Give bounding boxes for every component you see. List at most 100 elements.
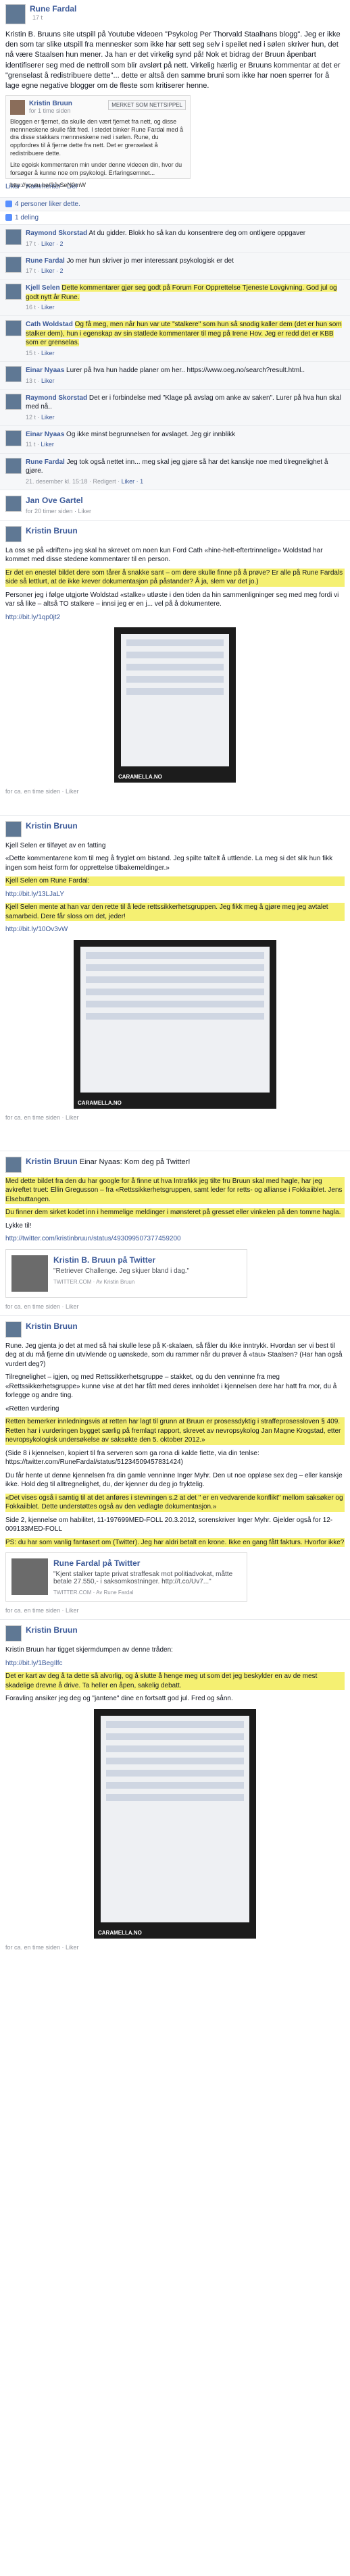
likes-text: 4 personer liker dette. bbox=[15, 201, 80, 209]
image-caption: CARAMELLA.NO bbox=[118, 774, 162, 781]
paragraph: Du får hente ut denne kjennelsen fra din… bbox=[5, 1471, 343, 1489]
comment-author[interactable]: Rune Fardal bbox=[26, 458, 65, 466]
author-name[interactable]: Rune Fardal bbox=[30, 4, 76, 14]
comment-author[interactable]: Kristin Bruun bbox=[26, 526, 78, 535]
paragraph: Side 2, kjennelse om habilitet, 11-19769… bbox=[5, 1516, 333, 1533]
embedded-comment: Kristin Bruun for 1 time siden MERKET SO… bbox=[5, 95, 191, 188]
comment-text: Dette kommentarer gjør seg godt på Forum… bbox=[26, 284, 337, 301]
image-caption: CARAMELLA.NO bbox=[98, 1929, 142, 1936]
comment-title: Einar Nyaas: Kom deg på Twitter! bbox=[79, 1157, 191, 1166]
twitter-card[interactable]: Kristin B. Bruun på Twitter "Retriever C… bbox=[5, 1248, 247, 1298]
avatar[interactable] bbox=[5, 320, 22, 337]
shares-summary[interactable]: 1 deling bbox=[0, 211, 350, 224]
post-text: Kristin B. Bruuns site utspill på Youtub… bbox=[5, 30, 341, 90]
comment-author[interactable]: Cath Woldstad bbox=[26, 321, 73, 328]
comment-text: Lurer på hva hun hadde planer om her.. h… bbox=[66, 367, 305, 375]
twitter-source: TWITTER.COM · Av Kristin Bruun bbox=[53, 1278, 135, 1285]
highlighted-paragraph: Kjell Selen mente at han var den rette t… bbox=[5, 903, 345, 922]
flag-button: MERKET SOM NETTSIPPEL bbox=[108, 100, 186, 111]
link[interactable]: http://bit.ly/13LJaLY bbox=[5, 890, 345, 899]
like-link[interactable]: Liker · 1 bbox=[122, 478, 144, 485]
comment-author[interactable]: Kjell Selen bbox=[26, 284, 60, 292]
avatar[interactable] bbox=[5, 4, 26, 24]
comment-author[interactable]: Rune Fardal bbox=[26, 257, 65, 265]
comment-author[interactable]: Kristin Bruun bbox=[26, 821, 78, 831]
highlighted-paragraph: Er det en enestel bildet dere som tårer … bbox=[5, 568, 345, 587]
avatar[interactable] bbox=[5, 284, 22, 300]
link[interactable]: http://bit.ly/1BegIlfc bbox=[5, 1659, 345, 1668]
comment-author[interactable]: Kristin Bruun bbox=[26, 1321, 78, 1331]
like-link[interactable]: Liker · 2 bbox=[41, 240, 64, 247]
comment-meta: for ca. en time siden · Liker bbox=[5, 1607, 79, 1614]
twitter-card[interactable]: Rune Fardal på Twitter "Kjent stalker ta… bbox=[5, 1552, 247, 1602]
comment-block: Kristin Bruun Einar Nyaas: Kom deg på Tw… bbox=[0, 1150, 350, 1315]
comment-author[interactable]: Jan Ove Gartel bbox=[26, 496, 91, 505]
share-icon bbox=[5, 214, 12, 221]
embed-text: Bloggen er fjernet, da skulle den vært f… bbox=[10, 118, 184, 157]
avatar[interactable] bbox=[5, 1625, 22, 1642]
link[interactable]: http://twitter.com/kristinbruun/status/4… bbox=[5, 1234, 345, 1244]
paragraph: «Dette kommentarene kom til meg å frygle… bbox=[5, 855, 333, 872]
twitter-text: "Kjent stalker tapte privat straffesak m… bbox=[53, 1571, 233, 1586]
comment-text: Og få meg, men når hun var ute "stalkere… bbox=[26, 321, 342, 347]
comment-author[interactable]: Kristin Bruun bbox=[26, 1157, 78, 1166]
paragraph: «Retten vurdering bbox=[5, 1404, 59, 1413]
like-link[interactable]: Liker bbox=[41, 350, 55, 357]
thumbs-up-icon bbox=[5, 201, 12, 208]
comment-time: 12 t bbox=[26, 413, 36, 421]
main-post: Rune Fardal 17 t Kristin B. Bruuns site … bbox=[0, 0, 350, 197]
avatar[interactable] bbox=[5, 229, 22, 246]
comment-block: Kristin Bruun La oss se på «driften» jeg… bbox=[0, 519, 350, 815]
comment-time: 11 t bbox=[26, 441, 36, 448]
avatar[interactable] bbox=[5, 429, 22, 446]
likes-summary[interactable]: 4 personer liker dette. bbox=[0, 197, 350, 211]
screenshot-image[interactable]: CARAMELLA.NO bbox=[94, 1708, 256, 1939]
paragraph: Lykke til! bbox=[5, 1221, 32, 1230]
like-link[interactable]: Liker bbox=[41, 414, 55, 421]
avatar[interactable] bbox=[5, 1156, 22, 1173]
twitter-title: Kristin B. Bruun på Twitter bbox=[53, 1255, 156, 1265]
comment-author[interactable]: Einar Nyaas bbox=[26, 367, 64, 374]
avatar[interactable] bbox=[5, 495, 22, 512]
like-link[interactable]: Liker bbox=[41, 304, 55, 311]
link[interactable]: http://bit.ly/10Ov3vW bbox=[5, 925, 345, 935]
page: Rune Fardal 17 t Kristin B. Bruuns site … bbox=[0, 0, 350, 1956]
like-link[interactable]: Liker bbox=[41, 377, 55, 384]
avatar[interactable] bbox=[5, 820, 22, 837]
like-link[interactable]: Liker · 2 bbox=[41, 267, 64, 274]
comment-text: Jo mer hun skriver jo mer interessant ps… bbox=[66, 257, 234, 265]
link[interactable]: http://bit.ly/1qp0jt2 bbox=[5, 613, 345, 623]
avatar[interactable] bbox=[5, 457, 22, 474]
comment: Cath Woldstad Og få meg, men når hun var… bbox=[0, 315, 350, 362]
avatar[interactable] bbox=[5, 393, 22, 410]
avatar[interactable] bbox=[5, 525, 22, 542]
embed-link: http://youtu.be/3JxSeN0mW bbox=[10, 181, 86, 188]
screenshot-image[interactable]: CARAMELLA.NO bbox=[114, 627, 236, 783]
comment-author[interactable]: Kristin Bruun bbox=[26, 1625, 78, 1635]
comment-time: 21. desember kl. 15:18 · Redigert bbox=[26, 477, 116, 485]
image-caption: CARAMELLA.NO bbox=[78, 1099, 122, 1106]
comment-meta: for ca. en time siden · Liker bbox=[5, 1113, 79, 1121]
paragraph: (Side 8 i kjennelsen, kopiert til fra se… bbox=[5, 1449, 259, 1467]
paragraph: Rune. Jeg gjenta jo det at med så hai sk… bbox=[5, 1342, 343, 1368]
avatar bbox=[10, 100, 25, 115]
paragraph: Tilregnelighet – igjen, og med Rettssikk… bbox=[5, 1373, 337, 1400]
comment-author[interactable]: Einar Nyaas bbox=[26, 431, 64, 438]
paragraph: Personer jeg i følge utgjorte Woldstad «… bbox=[5, 591, 339, 608]
like-link[interactable]: Liker bbox=[41, 441, 54, 448]
avatar[interactable] bbox=[5, 1321, 22, 1338]
avatar[interactable] bbox=[5, 366, 22, 383]
comment-author[interactable]: Raymond Skorstad bbox=[26, 394, 87, 402]
highlighted-paragraph: Med dette bildet fra den du har google f… bbox=[5, 1176, 345, 1205]
avatar[interactable] bbox=[5, 256, 22, 273]
comment: Einar Nyaas Lurer på hva hun hadde plane… bbox=[0, 361, 350, 389]
highlighted-paragraph: Du finner dem sirket kodet inn i hemmeli… bbox=[5, 1208, 345, 1217]
paragraph: La oss se på «driften» jeg skal ha skrev… bbox=[5, 546, 323, 564]
comment-text: Jeg tok også nettet inn... meg skal jeg … bbox=[26, 458, 328, 475]
post-time[interactable]: 17 t bbox=[32, 14, 43, 21]
comment-time: 17 t bbox=[26, 267, 36, 275]
comment-block: Kristin Bruun Rune. Jeg gjenta jo det at… bbox=[0, 1315, 350, 1620]
comment-author[interactable]: Raymond Skorstad bbox=[26, 230, 87, 237]
screenshot-image[interactable]: CARAMELLA.NO bbox=[74, 939, 276, 1109]
comment-meta: for ca. en time siden · Liker bbox=[5, 1303, 79, 1310]
